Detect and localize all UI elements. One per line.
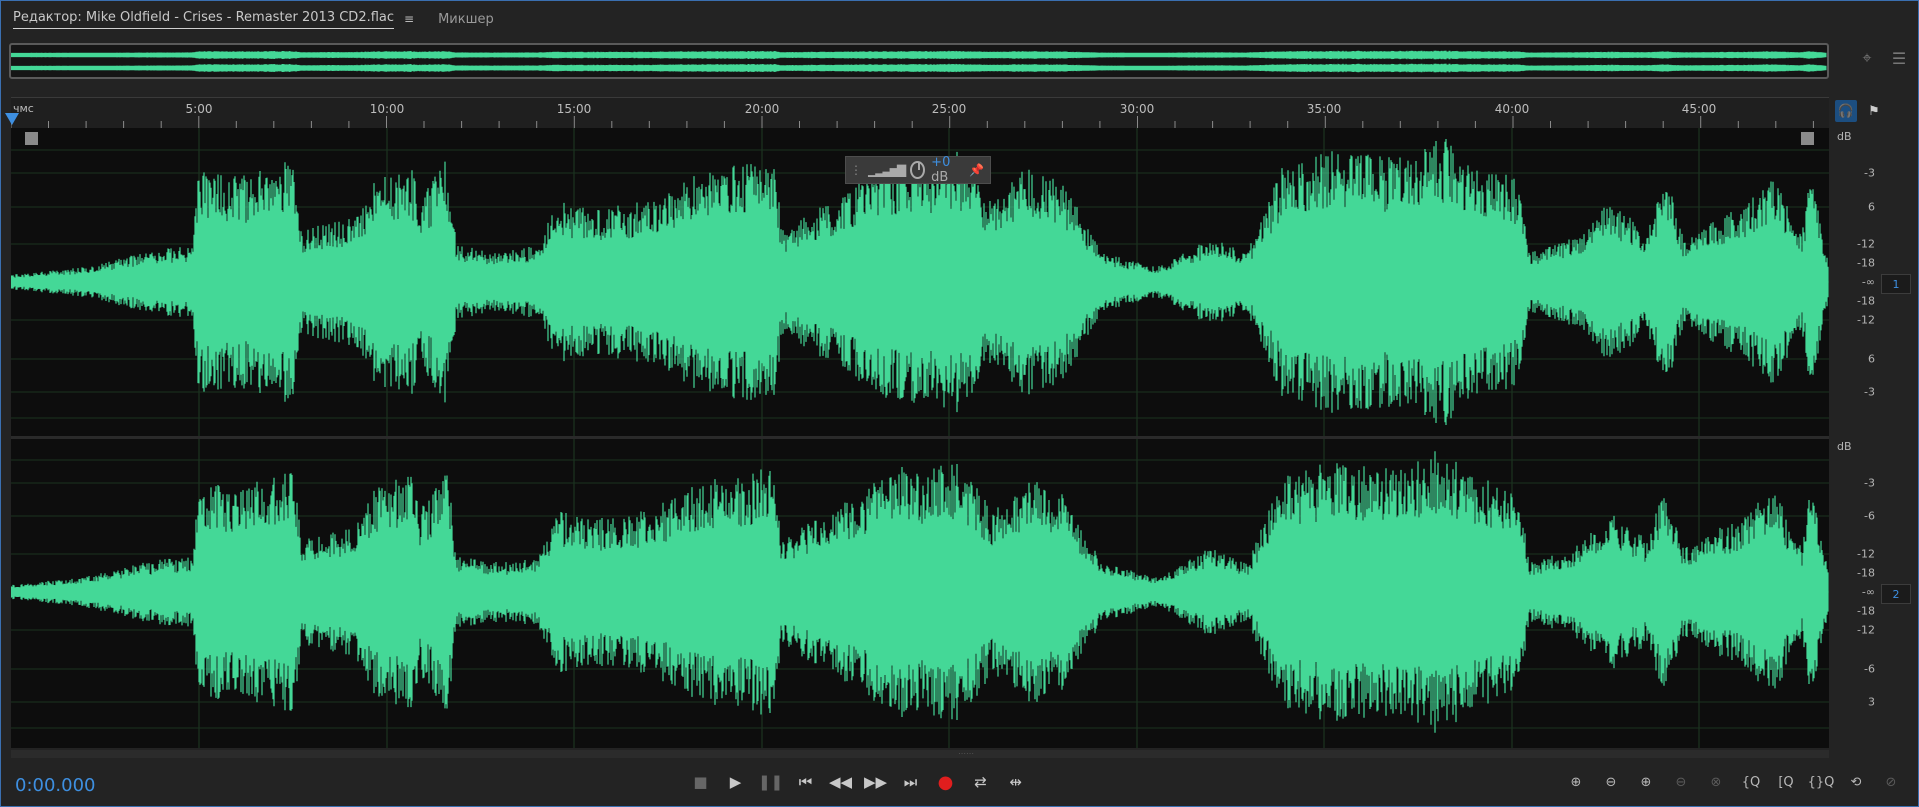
- fade-in-handle[interactable]: [25, 132, 38, 145]
- overview-toolbar: ⌖ ☰: [1858, 48, 1908, 68]
- skip-selection-icon[interactable]: ⇹: [1004, 769, 1027, 795]
- db-label: -∞: [1861, 275, 1875, 289]
- ruler-label: 45:00: [1681, 102, 1717, 116]
- db-label: -6: [1864, 509, 1875, 523]
- db-label: -12: [1857, 313, 1875, 327]
- rewind-icon[interactable]: ◀◀: [829, 769, 852, 795]
- db-scale-title: dB: [1837, 440, 1852, 453]
- tab-bar: Редактор: Mike Oldfield - Crises - Remas…: [1, 1, 1918, 37]
- overview-waveform: [11, 50, 1827, 73]
- db-scale-title: dB: [1837, 130, 1852, 143]
- zoom-in-right-edge-icon[interactable]: {}Q: [1808, 769, 1835, 795]
- ruler-label: 10:00: [369, 102, 405, 116]
- zoom-in-left-edge-icon[interactable]: [Q: [1773, 769, 1799, 795]
- zoom-in-time-icon[interactable]: ⊕: [1633, 769, 1659, 795]
- fast-forward-icon[interactable]: ▶▶: [864, 769, 887, 795]
- tab-editor-label: Редактор: Mike Oldfield - Crises - Remas…: [13, 10, 395, 29]
- db-label: -3: [1864, 385, 1875, 399]
- db-label: -18: [1857, 604, 1875, 618]
- zoom-to-selection-icon[interactable]: {Q: [1738, 769, 1764, 795]
- loop-playback-icon[interactable]: ⇄: [969, 769, 992, 795]
- ruler-label: 40:00: [1494, 102, 1530, 116]
- zoom-out-full-icon[interactable]: ⊗: [1703, 769, 1729, 795]
- ruler-right-tools: 🎧 ⚑: [1835, 100, 1885, 122]
- db-label: -∞: [1861, 585, 1875, 599]
- volume-hud[interactable]: ⋮ ▁▂▃▅▇ +0 dB 📌: [845, 155, 991, 185]
- horizontal-scrollbar[interactable]: ⋯⋯: [11, 750, 1829, 758]
- db-label: -18: [1857, 294, 1875, 308]
- record-icon[interactable]: ●: [934, 769, 957, 795]
- transport-controls: ■ ▶ ❚❚ ⏮ ◀◀ ▶▶ ⏭ ● ⇄ ⇹: [689, 769, 1027, 795]
- db-label: 6: [1868, 200, 1875, 214]
- db-label: -12: [1857, 623, 1875, 637]
- hamburger-icon[interactable]: ≡: [404, 12, 414, 26]
- waveform-overview[interactable]: [9, 43, 1829, 79]
- zoom-selection-icon[interactable]: ⌖: [1858, 48, 1876, 67]
- list-view-icon[interactable]: ☰: [1890, 49, 1908, 68]
- time-ruler[interactable]: чмс 5:00 10:00 15:00 20:00 25:00 30:00 3…: [11, 97, 1829, 129]
- db-label: -18: [1857, 256, 1875, 270]
- zoom-extra-icon[interactable]: ⊘: [1878, 769, 1904, 795]
- tab-mixer-label: Микшер: [438, 11, 494, 27]
- db-label: 6: [1868, 352, 1875, 366]
- waveform-display[interactable]: [11, 128, 1829, 748]
- pin-icon[interactable]: 📌: [969, 163, 984, 177]
- skip-to-start-icon[interactable]: ⏮: [794, 769, 817, 795]
- playhead-marker[interactable]: [5, 113, 19, 125]
- db-label: -6: [1864, 662, 1875, 676]
- marker-flag-icon[interactable]: ⚑: [1863, 100, 1885, 122]
- waveform-channels: [11, 128, 1829, 748]
- zoom-out-amplitude-icon[interactable]: ⊖: [1598, 769, 1624, 795]
- time-display[interactable]: 0:00.000: [15, 775, 96, 796]
- db-label: -12: [1857, 237, 1875, 251]
- channel-1-button[interactable]: 1: [1881, 274, 1911, 294]
- stop-icon[interactable]: ■: [689, 769, 712, 795]
- ruler-label: 35:00: [1306, 102, 1342, 116]
- volume-value: +0 dB: [931, 155, 951, 185]
- db-label: -3: [1864, 476, 1875, 490]
- db-scale: dB -3 6 -12 -18 -∞ -18 -12 6 -3 dB -3 -6…: [1829, 128, 1877, 748]
- volume-knob[interactable]: [910, 161, 926, 179]
- level-bars-icon: ▁▂▃▅▇: [868, 163, 906, 177]
- db-label: 3: [1868, 695, 1875, 709]
- ruler-label: 5:00: [185, 102, 213, 116]
- scrollbar-grip[interactable]: ⋯⋯: [951, 750, 981, 758]
- zoom-controls: ⊕ ⊖ ⊕ ⊖ ⊗ {Q [Q {}Q ⟲ ⊘: [1563, 769, 1904, 795]
- headphones-icon[interactable]: 🎧: [1835, 100, 1857, 122]
- ruler-ticks: [11, 116, 1814, 128]
- db-label: -3: [1864, 166, 1875, 180]
- zoom-in-amplitude-icon[interactable]: ⊕: [1563, 769, 1589, 795]
- db-label: -18: [1857, 566, 1875, 580]
- ruler-label: 20:00: [744, 102, 780, 116]
- tab-mixer[interactable]: Микшер: [426, 1, 506, 37]
- hud-grip-icon[interactable]: ⋮: [850, 163, 862, 177]
- tab-editor[interactable]: Редактор: Mike Oldfield - Crises - Remas…: [1, 1, 426, 37]
- channel-2-button[interactable]: 2: [1881, 584, 1911, 604]
- skip-to-end-icon[interactable]: ⏭: [899, 769, 922, 795]
- pause-icon[interactable]: ❚❚: [758, 769, 783, 795]
- ruler-label: 15:00: [556, 102, 592, 116]
- ruler-label: 30:00: [1119, 102, 1155, 116]
- ruler-label: 25:00: [931, 102, 967, 116]
- fade-out-handle[interactable]: [1801, 132, 1814, 145]
- zoom-reset-icon[interactable]: ⟲: [1843, 769, 1869, 795]
- play-icon[interactable]: ▶: [724, 769, 747, 795]
- db-label: -12: [1857, 547, 1875, 561]
- zoom-out-time-icon[interactable]: ⊖: [1668, 769, 1694, 795]
